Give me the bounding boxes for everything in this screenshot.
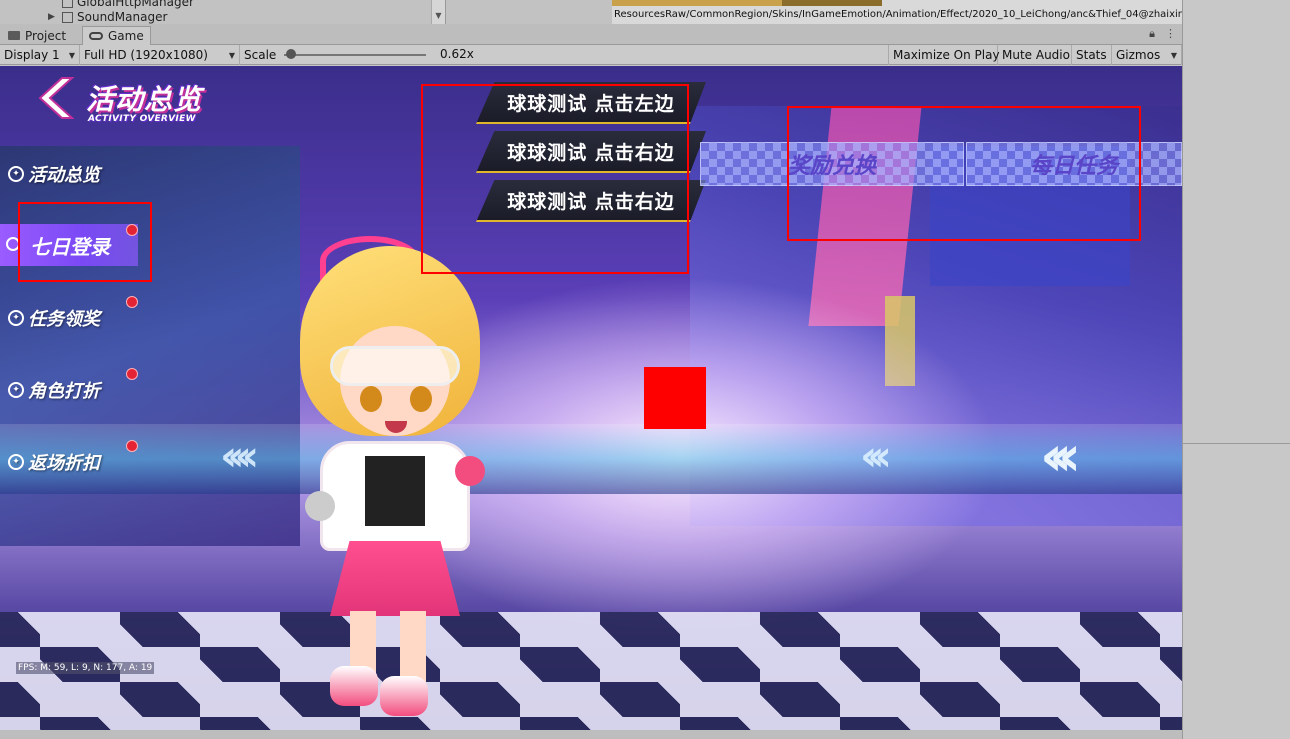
status-strip: [0, 730, 1182, 739]
hierarchy-item-label: GlobalHttpManager: [77, 0, 194, 9]
display-label: Display 1: [4, 48, 60, 62]
resolution-dropdown[interactable]: Full HD (1920x1080) ▼: [80, 45, 240, 65]
back-button[interactable]: 活动总览 ACTIVITY OVERVIEW: [32, 76, 212, 126]
sidebar-item-character-discount[interactable]: ✦ 角色打折: [8, 376, 100, 404]
sidebar-item-label: 活动总览: [28, 165, 100, 186]
tab-label: Project: [25, 28, 67, 43]
notification-badge: [126, 296, 138, 308]
editor-tab-bar: Project Game 🔒︎ ⋮: [0, 24, 1182, 45]
notification-badge: [126, 368, 138, 380]
chevron-left-decoration-icon: ‹‹‹: [1040, 424, 1081, 489]
scale-control: Scale 0.62x: [240, 45, 520, 65]
mute-audio-toggle[interactable]: Mute Audio: [998, 45, 1072, 65]
notification-badge: [126, 440, 138, 452]
checker-floor: [0, 612, 1182, 730]
maximize-on-play-toggle[interactable]: Maximize On Play: [888, 45, 1000, 65]
hierarchy-item[interactable]: GlobalHttpManager: [48, 0, 194, 9]
bullet-icon: ✦: [8, 166, 24, 182]
debug-highlight-box: [18, 202, 152, 282]
asset-path-label: ResourcesRaw/CommonRegion/Skins/InGameEm…: [614, 9, 1182, 20]
stats-toggle[interactable]: Stats: [1072, 45, 1112, 65]
resolution-label: Full HD (1920x1080): [84, 48, 208, 62]
tab-actions: 🔒︎ ⋮: [1149, 27, 1176, 41]
gameobject-icon: [62, 11, 73, 23]
preview-thumbnail: [782, 0, 882, 6]
chevron-left-decoration-icon: ‹‹‹: [860, 431, 892, 480]
tab-label: Game: [108, 29, 144, 43]
preview-thumbnail: [612, 0, 782, 6]
scale-slider-handle[interactable]: [286, 49, 297, 59]
hierarchy-item-label: SoundManager: [77, 10, 168, 24]
gameobject-icon: [62, 0, 73, 8]
game-viewport[interactable]: ‹‹‹‹ ‹‹‹ ‹‹‹ 活动总览 ACTIVITY OVERVIEW ✦ 活动…: [0, 66, 1182, 730]
display-dropdown[interactable]: Display 1 ▼: [0, 45, 80, 65]
sidebar-item-return-discount[interactable]: ✦ 返场折扣: [8, 448, 100, 476]
bullet-icon: ✦: [8, 382, 24, 398]
hierarchy-item[interactable]: ▶ SoundManager: [48, 10, 168, 24]
sidebar-item-label: 角色打折: [28, 381, 100, 402]
goggles: [330, 346, 460, 386]
panel-spacer: [446, 0, 612, 24]
folder-icon: [8, 31, 20, 40]
tab-project[interactable]: Project: [2, 26, 72, 45]
hierarchy-panel: GlobalHttpManager ▶ SoundManager ▼: [0, 0, 446, 24]
tab-game[interactable]: Game: [82, 26, 151, 45]
bullet-icon: ✦: [8, 310, 24, 326]
expand-arrow-icon[interactable]: ▶: [48, 12, 58, 22]
back-chevron-icon: [38, 77, 75, 119]
scroll-down-arrow-icon[interactable]: ▼: [431, 0, 445, 24]
inspector-panel: [1182, 0, 1290, 739]
scale-slider-track[interactable]: [284, 54, 426, 56]
lock-icon[interactable]: 🔒︎: [1149, 27, 1155, 41]
debug-marker-square: [644, 367, 706, 429]
fps-counter: FPS: M: 59, L: 9, N: 177, A: 19: [16, 662, 154, 674]
stats-label: Stats: [1076, 48, 1107, 62]
gizmos-label: Gizmos: [1116, 48, 1161, 62]
mute-label: Mute Audio: [1002, 48, 1070, 62]
background-rail: [0, 424, 1182, 494]
sidebar-item-overview[interactable]: ✦ 活动总览: [8, 160, 100, 188]
debug-highlight-box: [787, 106, 1141, 241]
gamepad-icon: [89, 32, 103, 40]
dropdown-arrow-icon: ▼: [68, 50, 75, 60]
scale-label: Scale: [244, 48, 277, 62]
sidebar-item-task-rewards[interactable]: ✦ 任务领奖: [8, 304, 100, 332]
menu-icon[interactable]: ⋮: [1165, 27, 1176, 41]
chevron-left-decoration-icon: ‹‹‹‹: [220, 431, 259, 480]
bullet-icon: ✦: [8, 454, 24, 470]
page-subtitle: ACTIVITY OVERVIEW: [88, 114, 196, 124]
gizmos-dropdown[interactable]: Gizmos ▼: [1112, 45, 1182, 65]
game-toolbar: Display 1 ▼ Full HD (1920x1080) ▼ Scale …: [0, 45, 1182, 65]
debug-highlight-box: [421, 84, 689, 274]
page-title: 活动总览: [86, 83, 203, 116]
dropdown-arrow-icon: ▼: [1170, 50, 1177, 60]
scale-value: 0.62x: [440, 47, 474, 61]
dropdown-arrow-icon: ▼: [228, 50, 235, 60]
maximize-label: Maximize On Play: [893, 48, 1000, 62]
asset-preview-bar: ResourcesRaw/CommonRegion/Skins/InGameEm…: [612, 0, 1182, 24]
sidebar-item-label: 任务领奖: [28, 309, 100, 330]
divider: [1183, 443, 1290, 444]
sidebar-item-label: 返场折扣: [28, 453, 100, 474]
